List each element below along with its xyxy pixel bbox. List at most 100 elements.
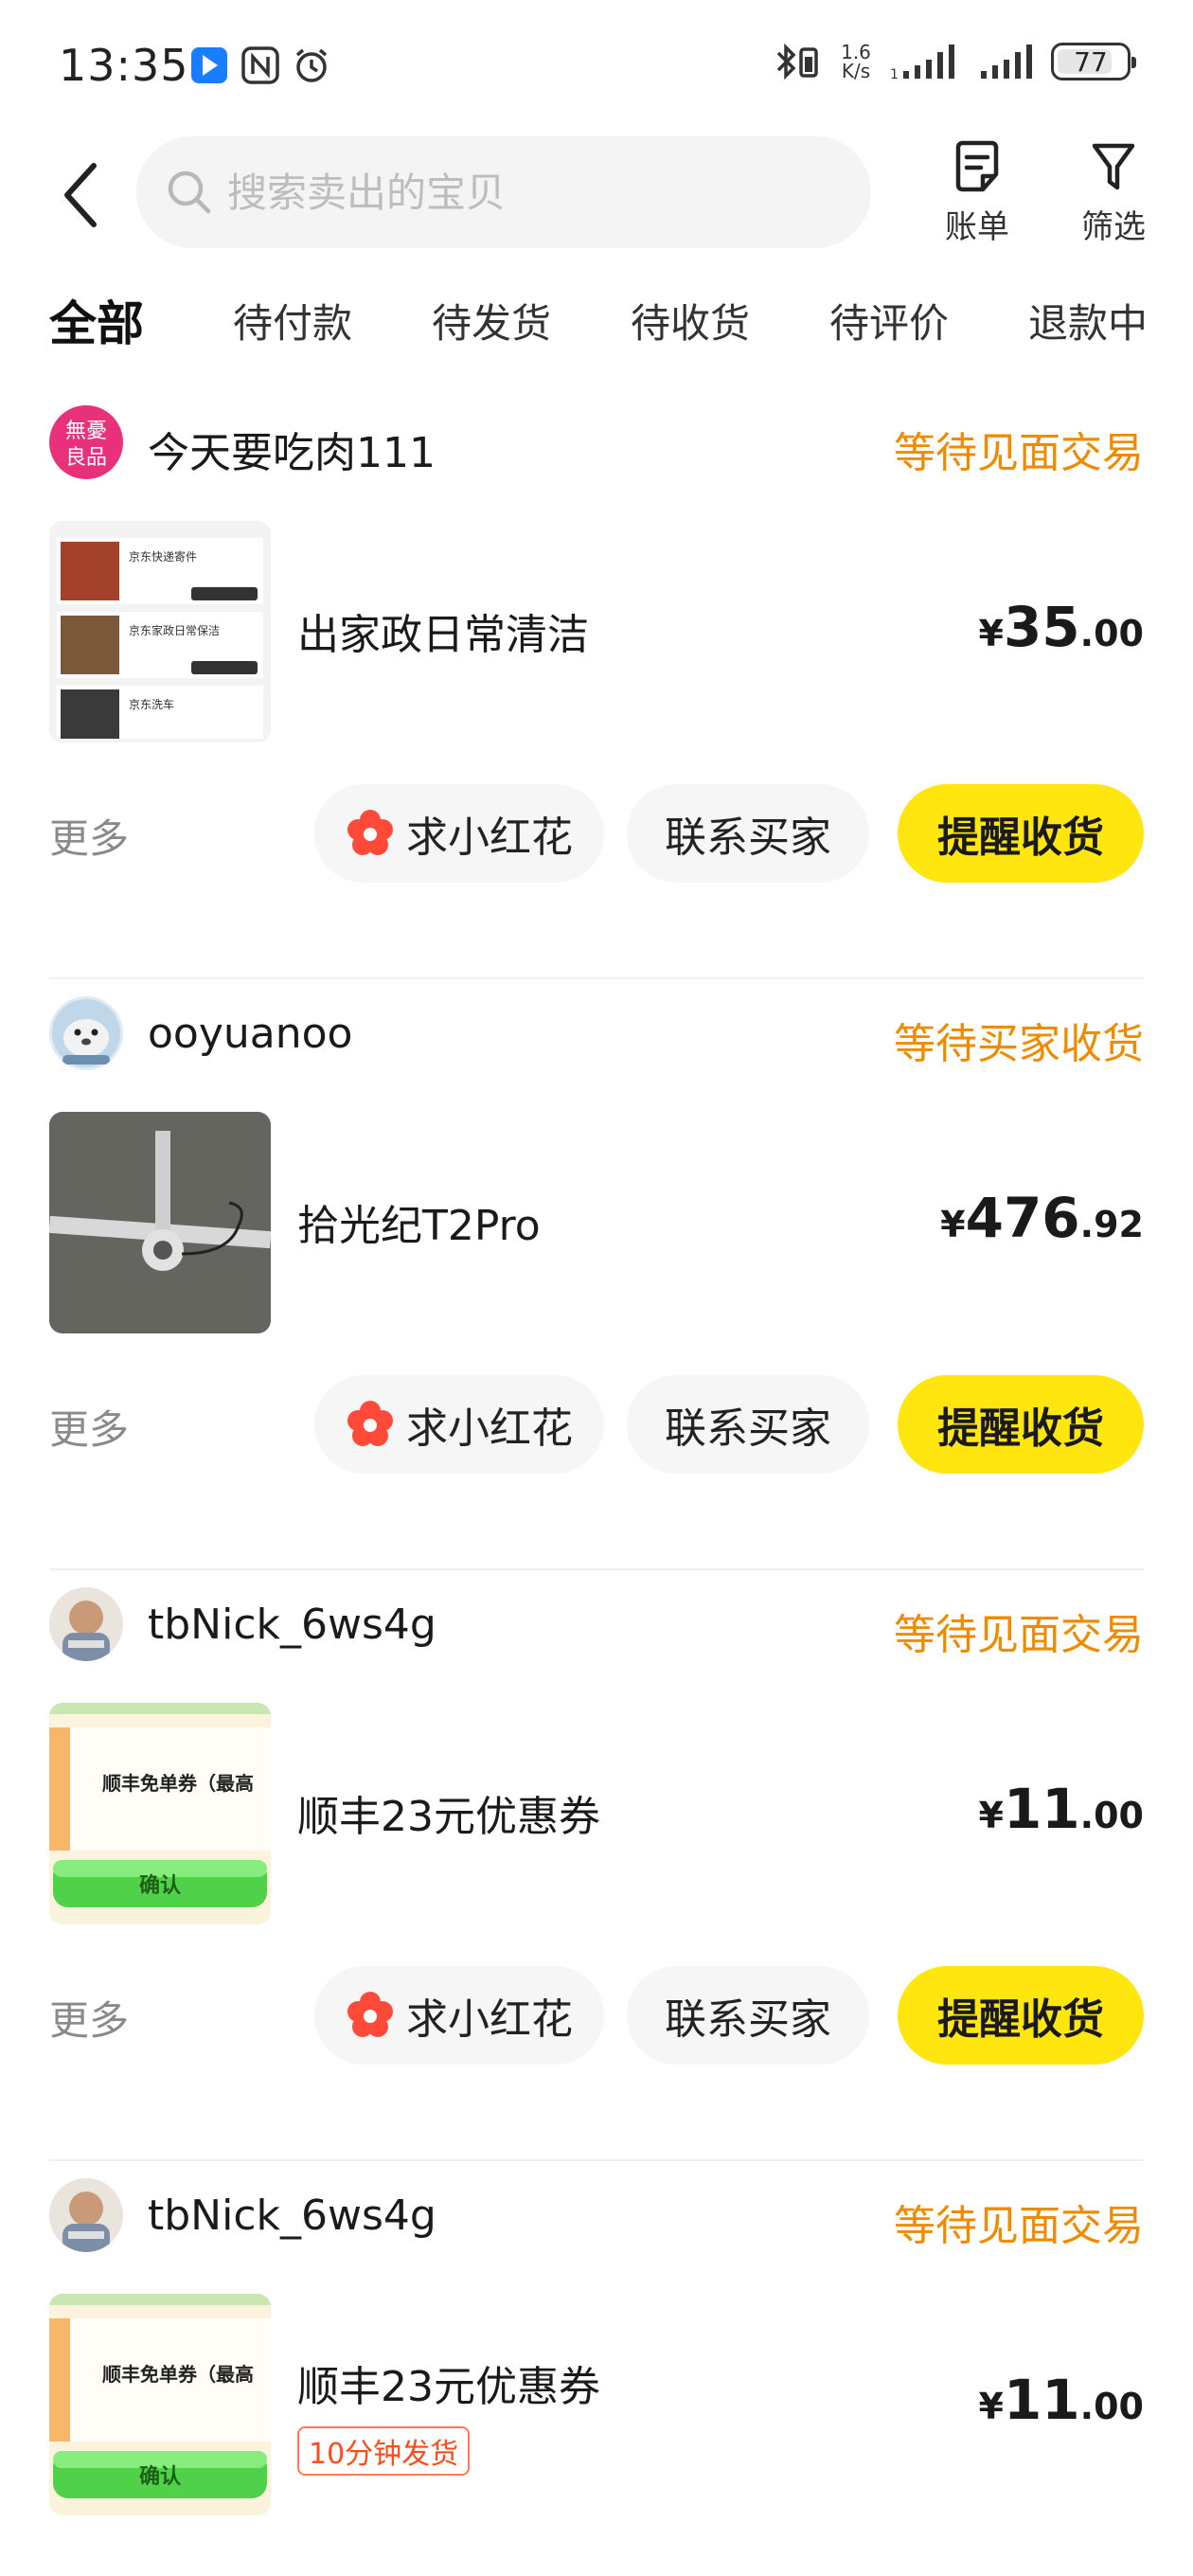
signal-2-icon [981,45,1032,79]
order-card[interactable]: ooyuanoo 等待买家收货 拾光纪T2Pro ¥476.92 更多 求小红花… [0,979,1193,1570]
price-currency: ¥ [940,1204,966,1245]
bluetooth-icon [776,43,818,80]
request-flower-button[interactable]: 求小红花 [314,1375,604,1474]
search-bar[interactable] [136,136,871,248]
button-label: 求小红花 [406,1404,573,1453]
thumbnail-text: 顺丰免单券（最高 [102,1772,254,1795]
order-card[interactable]: 無憂 良品 今天要吃肉111 等待见面交易 京东快递寄件 京东家政日常保洁 京东… [0,388,1193,979]
buyer-row: tbNick_6ws4g 等待见面交易 [49,1587,1144,1663]
tab-label: 全部 [49,296,144,351]
item-row[interactable]: 顺丰免单券（最高 确认 顺丰23元优惠券 ¥11.00 [49,1703,1144,1930]
network-speed: 1.6 K/s [837,43,875,80]
battery-indicator: 77 [1051,43,1136,80]
item-price: ¥476.92 [940,1186,1144,1250]
item-thumbnail [49,1112,271,1333]
item-price: ¥11.00 [979,2368,1145,2432]
item-title: 顺丰23元优惠券 [297,2363,600,2411]
tab-pending-review[interactable]: 待评价 [829,292,949,349]
search-input[interactable] [227,169,795,216]
alarm-icon [295,48,328,82]
thumbnail-image [49,1112,271,1333]
order-status: 等待见面交易 [894,2202,1144,2250]
avatar-image [49,2178,123,2252]
button-label: 求小红花 [406,1995,573,2044]
thumbnail-text: 京东洗车 [129,697,174,711]
filter-button[interactable]: 筛选 [1066,140,1161,247]
thumbnail-image: 顺丰免单券（最高 确认 [49,1703,271,1924]
request-flower-button[interactable]: 求小红花 [314,1966,604,2065]
action-row: 更多 求小红花 联系买家 提醒收货 [49,1375,1144,1476]
buyer-row: tbNick_6ws4g 等待见面交易 [49,2178,1144,2254]
action-row: 更多 求小红花 联系买家 提醒收货 [49,784,1144,885]
button-label: 求小红花 [406,814,573,862]
thumbnail-image: 京东快递寄件 京东家政日常保洁 京东洗车 [49,521,271,742]
bill-label: 账单 [945,208,1009,246]
tab-pending-receipt[interactable]: 待收货 [631,292,750,349]
contact-buyer-button[interactable]: 联系买家 [627,784,869,883]
avatar-image: 無憂 良品 [49,405,123,479]
bill-button[interactable]: 账单 [930,140,1024,247]
order-status: 等待见面交易 [894,1611,1144,1659]
net-speed-unit: K/s [841,60,871,82]
tab-pending-payment[interactable]: 待付款 [233,292,352,349]
price-decimal: .92 [1079,1204,1144,1245]
price-decimal: .00 [1079,2386,1144,2427]
remind-receipt-button[interactable]: 提醒收货 [898,1375,1144,1474]
buyer-name[interactable]: 今天要吃肉111 [148,419,436,479]
contact-buyer-button[interactable]: 联系买家 [627,1966,869,2065]
order-card[interactable]: tbNick_6ws4g 等待见面交易 顺丰免单券（最高 确认 顺丰23元优惠券… [0,2161,1193,2576]
contact-buyer-button[interactable]: 联系买家 [627,1375,869,1474]
remind-receipt-button[interactable]: 提醒收货 [898,784,1144,883]
price-integer: 35 [1003,595,1080,659]
thumbnail-text: 京东快递寄件 [129,549,197,564]
action-row: 更多 求小红花 联系买家 提醒收货 [49,1966,1144,2066]
order-status: 等待买家收货 [894,1020,1144,1068]
tab-label: 待收货 [631,300,751,347]
back-arrow-icon [64,163,97,227]
item-title: 顺丰23元优惠券 [297,1793,600,1841]
remind-receipt-button[interactable]: 提醒收货 [898,1966,1144,2065]
item-row[interactable]: 顺丰免单券（最高 确认 顺丰23元优惠券 10分钟发货 ¥11.00 [49,2294,1144,2521]
request-flower-button[interactable]: 求小红花 [314,784,604,883]
buyer-avatar[interactable]: 無憂 良品 [49,405,123,479]
red-flower-icon [347,1401,393,1446]
tab-label: 待付款 [233,300,353,347]
buyer-avatar[interactable] [49,996,123,1070]
buyer-name[interactable]: tbNick_6ws4g [148,1601,436,1649]
buyer-avatar[interactable] [49,2178,123,2252]
back-button[interactable] [47,157,114,233]
item-row[interactable]: 京东快递寄件 京东家政日常保洁 京东洗车 出家政日常清洁 ¥35.00 [49,521,1144,748]
avatar-image [49,1587,123,1661]
filter-icon [1092,143,1135,190]
tab-label: 退款中 [1028,300,1148,347]
status-time: 13:35 [59,40,189,91]
item-thumbnail: 顺丰免单券（最高 确认 [49,1703,271,1924]
price-integer: 11 [1003,2368,1080,2432]
price-currency: ¥ [978,2386,1004,2427]
tab-label: 待评价 [829,300,950,347]
tab-all[interactable]: 全部 [49,286,144,354]
order-tabs: 全部 待付款 待发货 待收货 待评价 退款中 [0,275,1193,369]
order-status: 等待见面交易 [894,429,1144,477]
header: 账单 筛选 [0,133,1193,256]
status-notification-icons [189,45,331,85]
svg-text:1: 1 [890,67,899,80]
item-thumbnail: 京东快递寄件 京东家政日常保洁 京东洗车 [49,521,271,742]
more-link[interactable]: 更多 [49,1989,129,2047]
tab-refunding[interactable]: 退款中 [1028,292,1148,349]
price-currency: ¥ [978,613,1004,654]
tab-pending-shipment[interactable]: 待发货 [432,292,551,349]
more-link[interactable]: 更多 [49,807,129,865]
buyer-name[interactable]: ooyuanoo [148,1010,352,1058]
avatar-text: 良品 [65,446,107,470]
net-speed-value: 1.6 [841,41,871,63]
more-link[interactable]: 更多 [49,1398,129,1456]
thumbnail-text: 京东家政日常保洁 [129,623,220,637]
order-card[interactable]: tbNick_6ws4g 等待见面交易 顺丰免单券（最高 确认 顺丰23元优惠券… [0,1570,1193,2161]
buyer-row: ooyuanoo 等待买家收货 [49,996,1144,1072]
tab-label: 待发货 [432,300,552,347]
item-row[interactable]: 拾光纪T2Pro ¥476.92 [49,1112,1144,1339]
thumbnail-text: 确认 [139,1873,181,1898]
buyer-name[interactable]: tbNick_6ws4g [148,2191,436,2240]
buyer-avatar[interactable] [49,1587,123,1661]
